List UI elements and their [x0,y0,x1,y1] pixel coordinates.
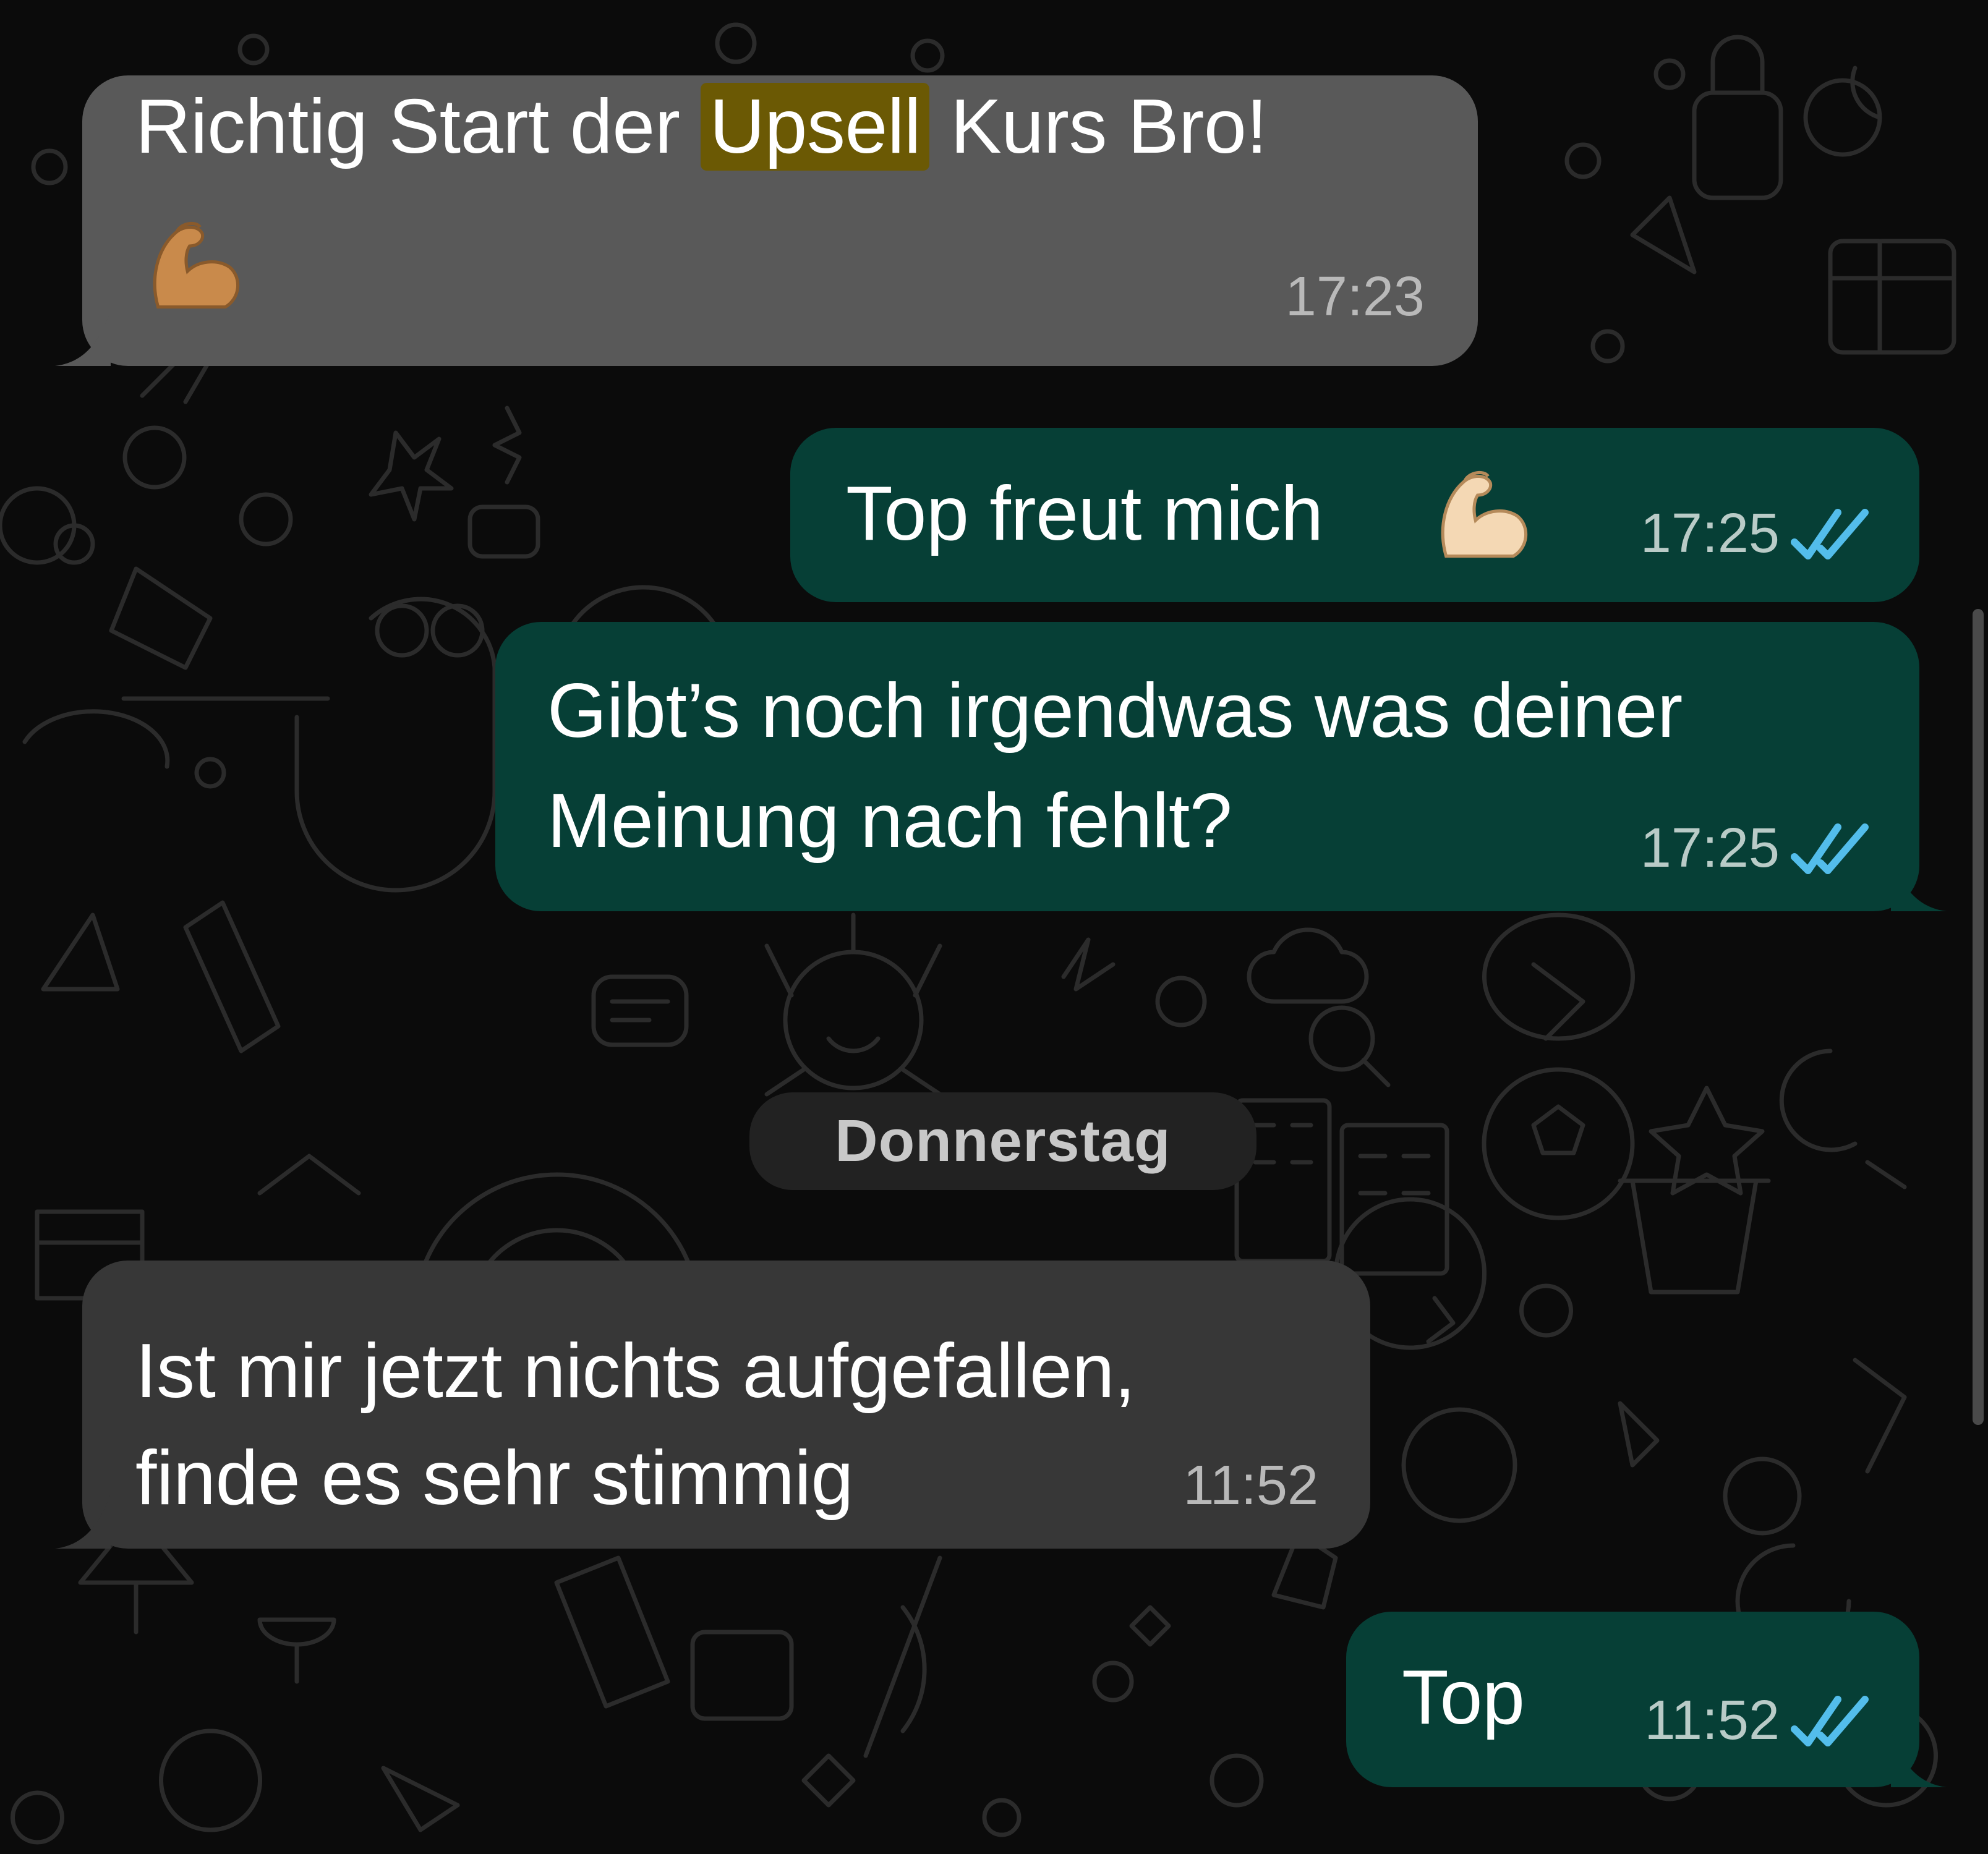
read-ticks-icon [1791,508,1869,559]
scrollbar[interactable] [1973,609,1984,1425]
message-text-line: Ist mir jetzt nichts aufgefallen, [135,1329,1135,1414]
message-text: Top [1402,1655,1525,1740]
message-meta: 11:52 [1183,1454,1318,1518]
message-bubble-outgoing[interactable]: Top 11:52 [1346,1612,1947,1787]
message-text: Top freut mich [846,471,1323,556]
bubble-tail [55,310,111,366]
flexed-biceps-icon [153,221,240,309]
read-ticks-icon [1791,823,1869,874]
message-text-line: Meinung nach fehlt? [547,778,1232,864]
message-text-line: Gibt’s noch irgendwas was deiner [547,668,1683,754]
bubble-tail [1891,856,1947,911]
message-time: 17:25 [1640,817,1780,879]
message-time: 17:23 [1285,266,1425,328]
bubble-tail [55,1493,111,1549]
message-bubble-incoming[interactable]: Richtig Start der Upsell Kurs Bro! 17:23 [55,75,1478,366]
message-meta: 17:25 [1640,817,1870,880]
message-bubble-outgoing[interactable]: Top freut mich 17:25 [790,428,1919,602]
message-time: 17:25 [1640,503,1780,564]
message-time: 11:52 [1183,1455,1318,1516]
date-separator: Donnerstag [749,1092,1256,1190]
flexed-biceps-icon [1441,470,1528,558]
message-text-line: finde es sehr stimmig [135,1435,854,1521]
message-bubble-outgoing[interactable]: Gibt’s noch irgendwas was deiner Meinung… [495,622,1947,911]
message-time: 11:52 [1644,1690,1780,1751]
read-ticks-icon [1791,1695,1869,1746]
message-text: Richtig Start der Upsell Kurs Bro! [135,83,1268,171]
message-bubble-incoming[interactable]: Ist mir jetzt nichts aufgefallen, finde … [55,1261,1370,1549]
chat-area[interactable]: Richtig Start der Upsell Kurs Bro! 17:23… [0,0,1988,1854]
message-meta: 17:23 [1286,265,1425,329]
message-meta: 17:25 [1640,502,1870,566]
message-meta: 11:52 [1644,1689,1870,1753]
bubble-tail [1891,1732,1947,1787]
search-highlight: Upsell [701,83,930,171]
